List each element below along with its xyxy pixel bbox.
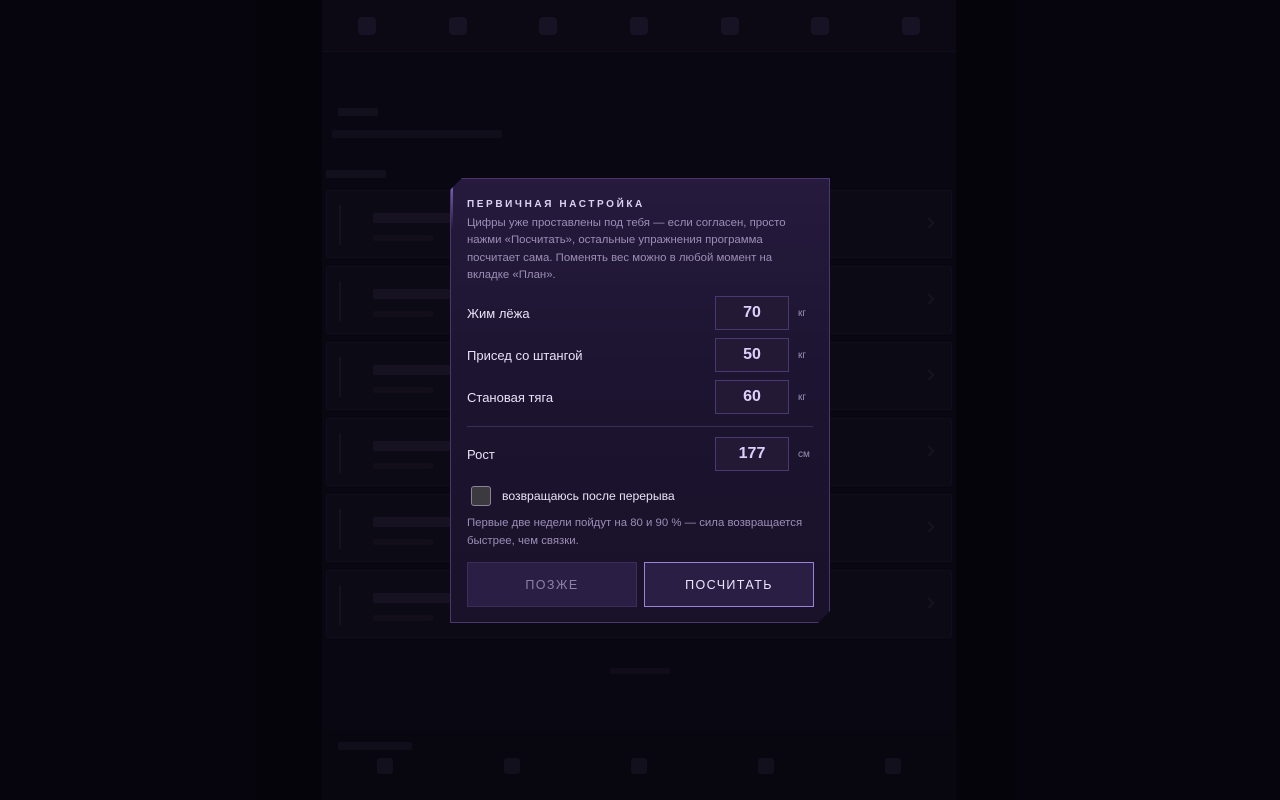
deadlift-input[interactable] xyxy=(715,380,789,414)
calculate-button[interactable]: ПОСЧИТАТЬ xyxy=(644,562,814,607)
bench-press-unit: кг xyxy=(798,307,807,319)
returning-after-break-checkbox[interactable] xyxy=(471,486,491,506)
bench-press-label: Жим лёжа xyxy=(467,305,530,321)
squat-input[interactable] xyxy=(715,338,789,372)
height-row: Рост см xyxy=(467,437,813,471)
deadlift-label: Становая тяга xyxy=(467,389,554,405)
initial-setup-dialog: ПЕРВИЧНАЯ НАСТРОЙКА Цифры уже проставлен… xyxy=(450,178,830,623)
height-input[interactable] xyxy=(715,437,789,471)
deadlift-unit: кг xyxy=(798,391,807,403)
divider xyxy=(467,426,813,427)
squat-label: Присед со штангой xyxy=(467,347,583,363)
returning-after-break-label[interactable]: возвращаюсь после перерыва xyxy=(502,489,675,503)
squat-row: Присед со штангой кг xyxy=(467,338,813,372)
returning-after-break-option[interactable]: возвращаюсь после перерыва xyxy=(471,486,675,506)
later-button[interactable]: ПОЗЖЕ xyxy=(467,562,637,607)
dialog-title: ПЕРВИЧНАЯ НАСТРОЙКА xyxy=(467,199,645,210)
height-unit: см xyxy=(798,448,810,460)
deadlift-row: Становая тяга кг xyxy=(467,380,813,414)
returning-note-text: Первые две недели пойдут на 80 и 90 % — … xyxy=(467,517,803,547)
dialog-intro-text: Цифры уже проставлены под тебя — если со… xyxy=(467,217,786,282)
bench-press-input[interactable] xyxy=(715,296,789,330)
squat-unit: кг xyxy=(798,349,807,361)
height-label: Рост xyxy=(467,446,495,462)
bench-press-row: Жим лёжа кг xyxy=(467,296,813,330)
